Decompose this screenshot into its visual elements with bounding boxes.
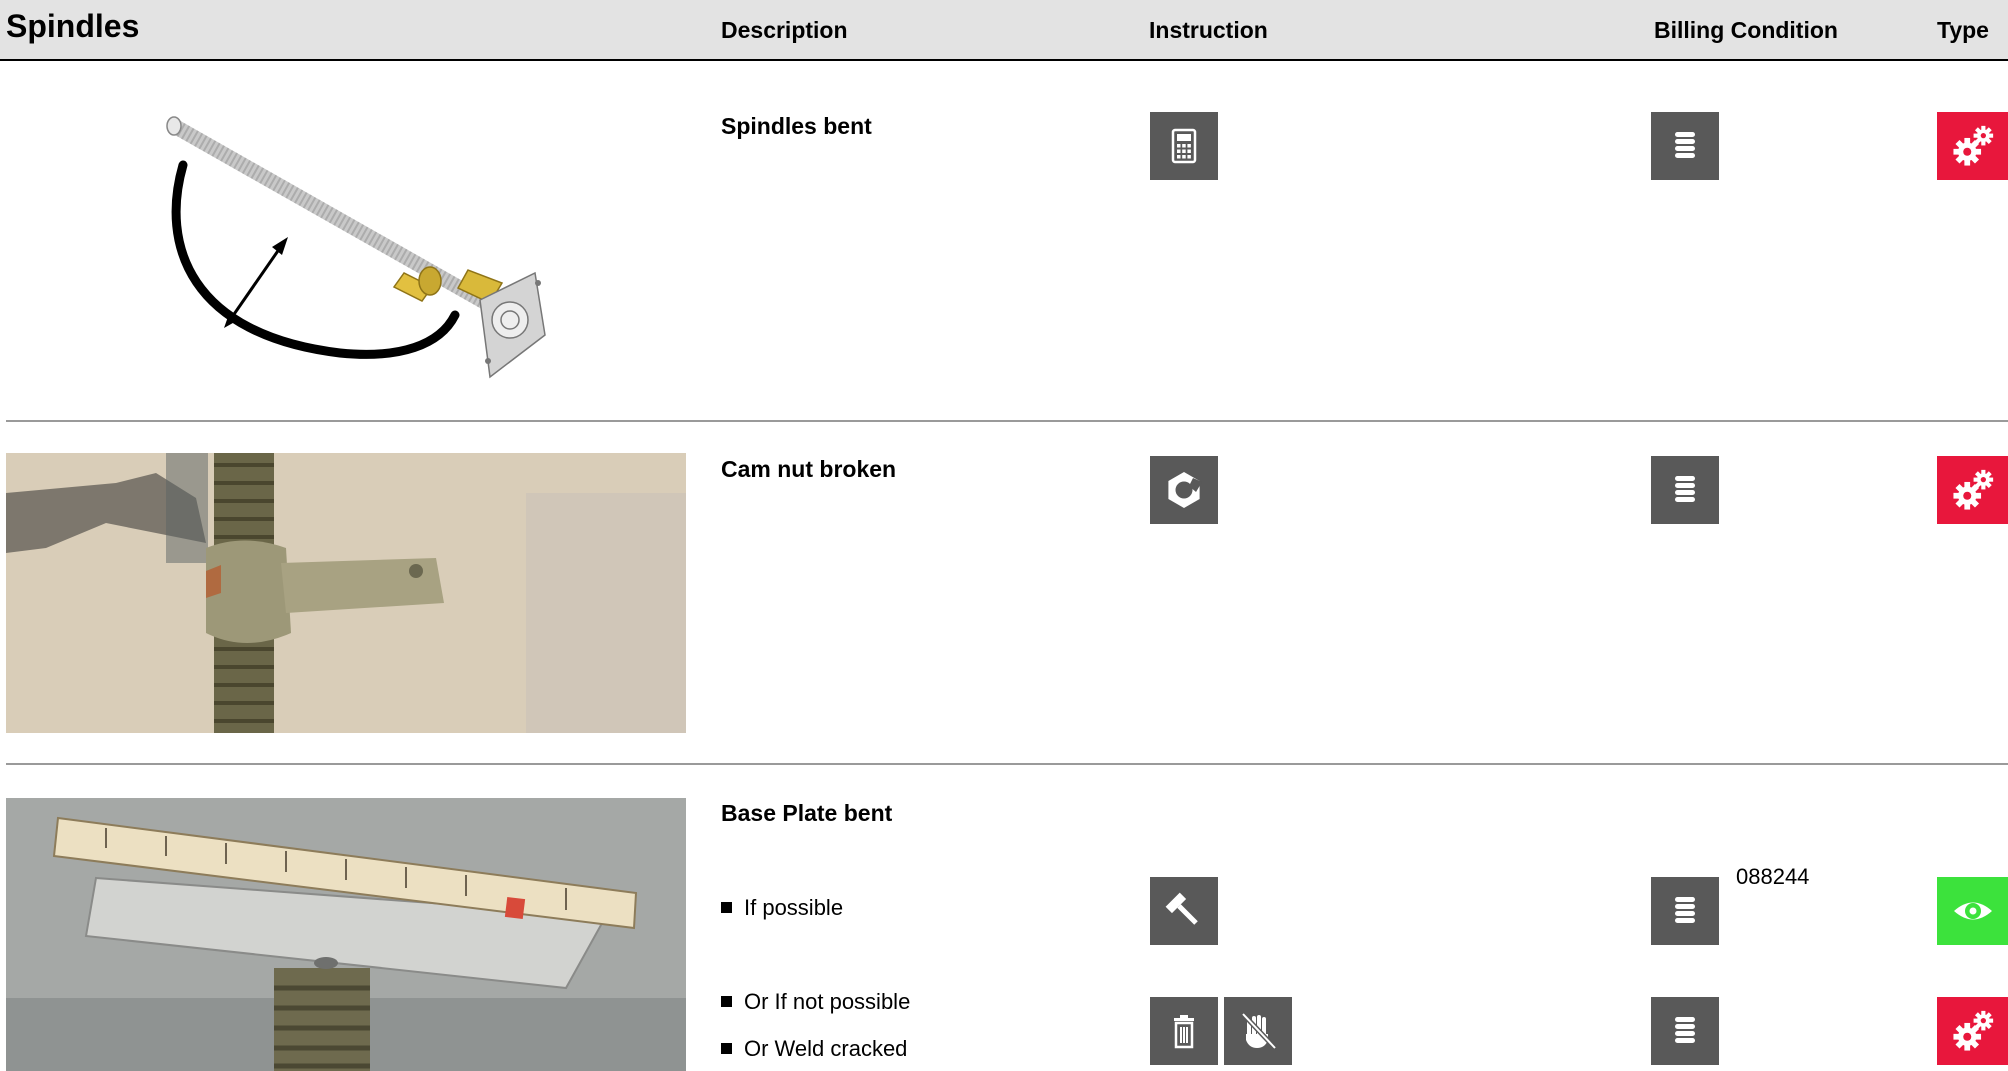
bullet-item: Or If not possible	[721, 989, 910, 1015]
eye-icon	[1937, 877, 2008, 945]
row-description: Base Plate bent	[721, 800, 893, 826]
stack-icon	[1651, 997, 1719, 1065]
calculator-icon	[1150, 112, 1218, 180]
column-header-description: Description	[721, 17, 848, 43]
billing-reference: 088244	[1736, 864, 1810, 889]
bullet-square	[721, 902, 732, 913]
base-plate-photo	[6, 798, 686, 1071]
row-description: Spindles bent	[721, 113, 872, 139]
stack-icon	[1651, 112, 1719, 180]
hammer-icon	[1150, 877, 1218, 945]
cam-nut-photo	[6, 453, 686, 733]
row-description: Cam nut broken	[721, 456, 897, 482]
row-divider	[6, 420, 2008, 422]
trash-icon	[1150, 997, 1218, 1065]
table-header: Spindles Description Instruction Billing…	[0, 0, 2008, 61]
bullet-item: If possible	[721, 895, 843, 921]
gears-icon	[1937, 112, 2008, 180]
stack-icon	[1651, 877, 1719, 945]
page-title: Spindles	[6, 8, 140, 44]
column-header-billing: Billing Condition	[1654, 17, 1838, 43]
bullet-item: Or Weld cracked	[721, 1036, 907, 1062]
no-hand-icon	[1224, 997, 1292, 1065]
broken-nut-icon	[1150, 456, 1218, 524]
gears-icon	[1937, 997, 2008, 1065]
gears-icon	[1937, 456, 2008, 524]
column-header-type: Type	[1937, 17, 1989, 43]
stack-icon	[1651, 456, 1719, 524]
bullet-square	[721, 1043, 732, 1054]
bullet-square	[721, 996, 732, 1007]
spindle-bent-illustration	[150, 105, 560, 385]
column-header-instruction: Instruction	[1149, 17, 1268, 43]
row-divider	[6, 763, 2008, 765]
